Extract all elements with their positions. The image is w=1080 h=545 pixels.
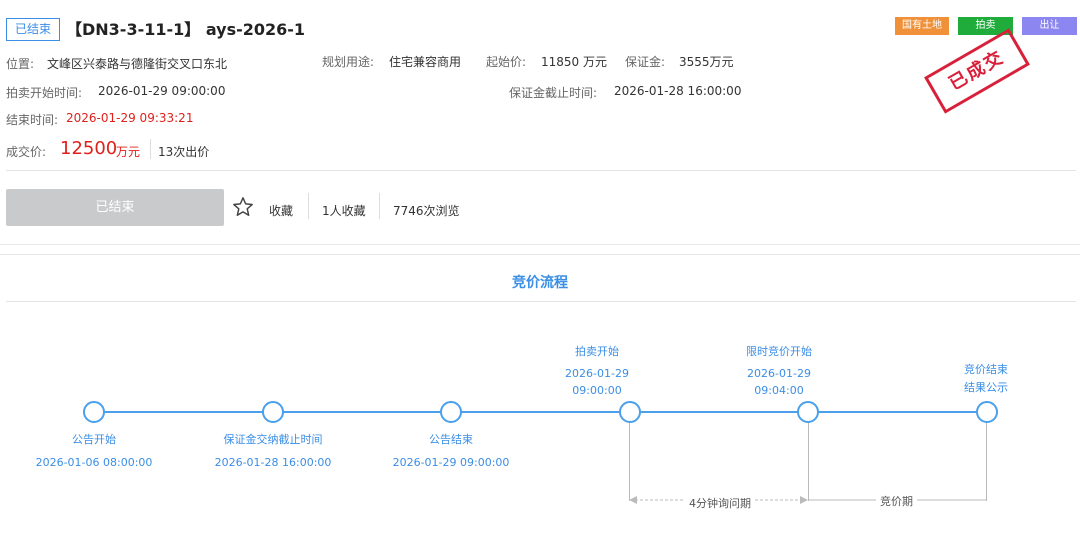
node-label-notice-end: 公告结束 [429,433,473,446]
lot-title: 【DN3-3-11-1】 ays-2026-1 [66,20,306,39]
star-icon[interactable] [232,196,254,218]
views-count: 7746次浏览 [393,204,460,218]
node-date-timed-bid-start: 2026-01-29 [747,367,811,380]
divider [6,301,1076,302]
location-label: 位置: [6,57,35,71]
node-time-auction-start: 09:00:00 [572,384,622,397]
divider [379,193,380,219]
deposit-label: 保证金: [625,55,666,69]
status-tag: 已结束 [6,18,61,41]
node-label-timed-bid-start: 限时竞价开始 [746,345,812,358]
start-price-label: 起始价: [486,55,527,69]
period-guide [629,423,630,501]
node-date-notice-start: 2026-01-06 08:00:00 [35,456,153,469]
divider [0,244,1080,245]
deal-price-label: 成交价: [6,145,47,159]
favorite-button[interactable]: 收藏 [269,202,293,219]
timeline-node [976,401,998,423]
timeline-node [619,401,641,423]
tag-state-land: 国有土地 [895,17,949,35]
bidding-period-label: 竞价期 [876,493,917,509]
start-price-value: 11850 万元 [541,55,607,69]
deposit-value: 3555万元 [679,55,734,69]
timeline-node [83,401,105,423]
section-title: 竞价流程 [512,275,568,291]
location-value: 文峰区兴泰路与德隆街交叉口东北 [47,57,228,71]
end-time-value: 2026-01-29 09:33:21 [66,111,194,125]
node-time-timed-bid-start: 09:04:00 [754,384,804,397]
node-date-notice-end: 2026-01-29 09:00:00 [392,456,510,469]
timeline-node [440,401,462,423]
timeline-node [262,401,284,423]
node-label-result-publicity: 结果公示 [964,381,1008,394]
divider [150,139,151,159]
divider [0,254,1080,255]
timeline-node [797,401,819,423]
divider [308,193,309,219]
period-guide [986,423,987,501]
period-arrows [629,496,986,504]
auction-start-value: 2026-01-29 09:00:00 [98,84,226,98]
deposit-deadline-label: 保证金截止时间: [509,86,598,100]
deal-price-unit: 万元 [116,145,141,159]
deal-stamp: 已成交 [924,28,1030,114]
usage-value: 住宅兼容商用 [389,55,462,69]
end-time-label: 结束时间: [6,113,59,127]
auction-start-label: 拍卖开始时间: [6,86,83,100]
node-label-deposit-deadline: 保证金交纳截止时间 [223,433,323,446]
deposit-deadline-value: 2026-01-28 16:00:00 [614,84,742,98]
favorites-count: 1人收藏 [322,204,366,218]
node-label-bid-end: 竞价结束 [964,363,1008,376]
timeline-line [94,411,987,413]
usage-label: 规划用途: [322,55,375,69]
inquiry-period-label: 4分钟询问期 [685,495,755,511]
node-date-deposit-deadline: 2026-01-28 16:00:00 [214,456,332,469]
node-date-auction-start: 2026-01-29 [565,367,629,380]
node-label-notice-start: 公告开始 [72,433,116,446]
ended-button[interactable]: 已结束 [6,189,224,226]
deal-price-value: 12500 [60,138,118,159]
bid-count: 13次出价 [158,145,210,159]
period-guide [808,423,809,501]
node-label-auction-start: 拍卖开始 [575,345,619,358]
divider [6,170,1076,171]
tag-transfer: 出让 [1022,17,1077,35]
